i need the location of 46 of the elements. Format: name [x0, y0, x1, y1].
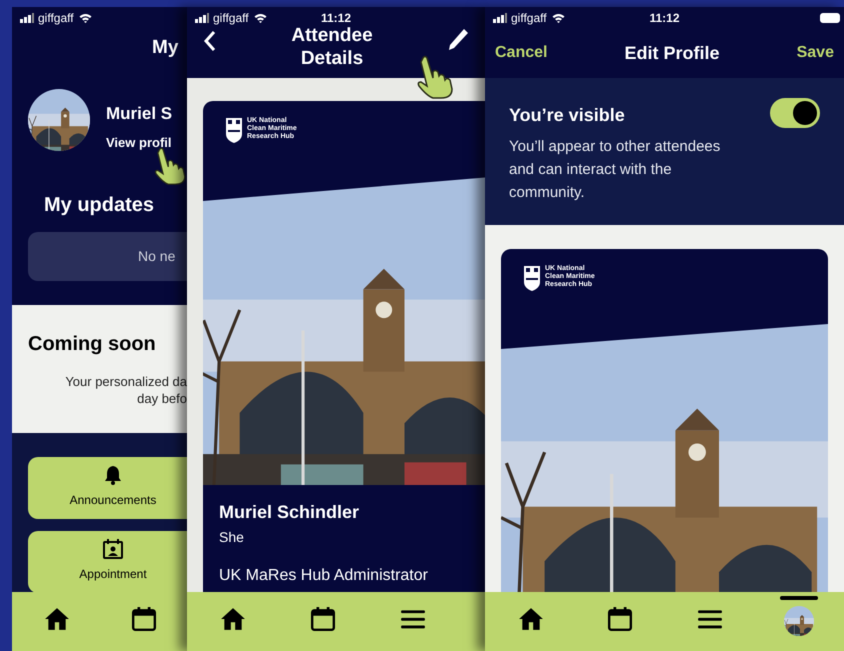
pronoun: She [219, 528, 244, 547]
visibility-description: You’ll appear to other attendees and can interact with the community. [509, 137, 722, 203]
pencil-icon[interactable] [446, 28, 469, 52]
shield-logo-icon [225, 117, 243, 144]
profile-name: Muriel S [106, 103, 172, 125]
screen-title: Attendee Details [291, 24, 373, 70]
home-icon[interactable] [518, 606, 544, 632]
attendee-name: Muriel Schindler [219, 501, 360, 524]
status-time: 11:12 [320, 10, 352, 26]
signal-icon [195, 12, 209, 22]
save-button[interactable]: Save [796, 41, 834, 65]
shield-logo-icon [523, 265, 541, 292]
description-line: day befo [137, 390, 187, 407]
section-heading: My updates [44, 194, 154, 216]
carrier-name: giffgaff [511, 10, 547, 26]
cancel-button[interactable]: Cancel [495, 41, 548, 65]
home-icon[interactable] [220, 606, 246, 632]
job-title: UK MaRes Hub Administrator [219, 566, 428, 586]
wifi-icon [552, 12, 565, 22]
description-line: Your personalized da [65, 373, 187, 390]
wifi-icon [254, 12, 267, 22]
bell-icon [104, 465, 122, 485]
status-time: 11:12 [649, 10, 680, 26]
visibility-toggle[interactable] [770, 98, 820, 128]
shortcut-button[interactable]: Announcements [28, 457, 187, 519]
signal-icon [20, 12, 34, 22]
battery-icon [820, 12, 840, 22]
shortcut-button[interactable]: Appointment [28, 531, 187, 592]
calendar-icon[interactable] [607, 606, 634, 632]
screen-title: Edit Profile [624, 42, 720, 64]
empty-message: No ne [138, 247, 176, 266]
wifi-icon [78, 12, 92, 22]
selected-tab-indicator [780, 596, 818, 600]
visibility-heading: You’re visible [509, 104, 625, 127]
signal-icon [493, 12, 507, 22]
carrier-name: giffgaff [213, 10, 249, 26]
view-profile-link[interactable]: View profil [106, 132, 172, 152]
screen-title: My [152, 36, 178, 60]
back-icon[interactable] [203, 30, 217, 52]
carrier-name: giffgaff [38, 10, 74, 26]
home-icon[interactable] [44, 606, 70, 632]
calendar-person-icon [103, 539, 123, 559]
section-heading: Coming soon [28, 332, 157, 357]
calendar-icon[interactable] [310, 606, 336, 632]
calendar-icon[interactable] [130, 606, 156, 632]
pointing-hand-icon [415, 54, 455, 100]
